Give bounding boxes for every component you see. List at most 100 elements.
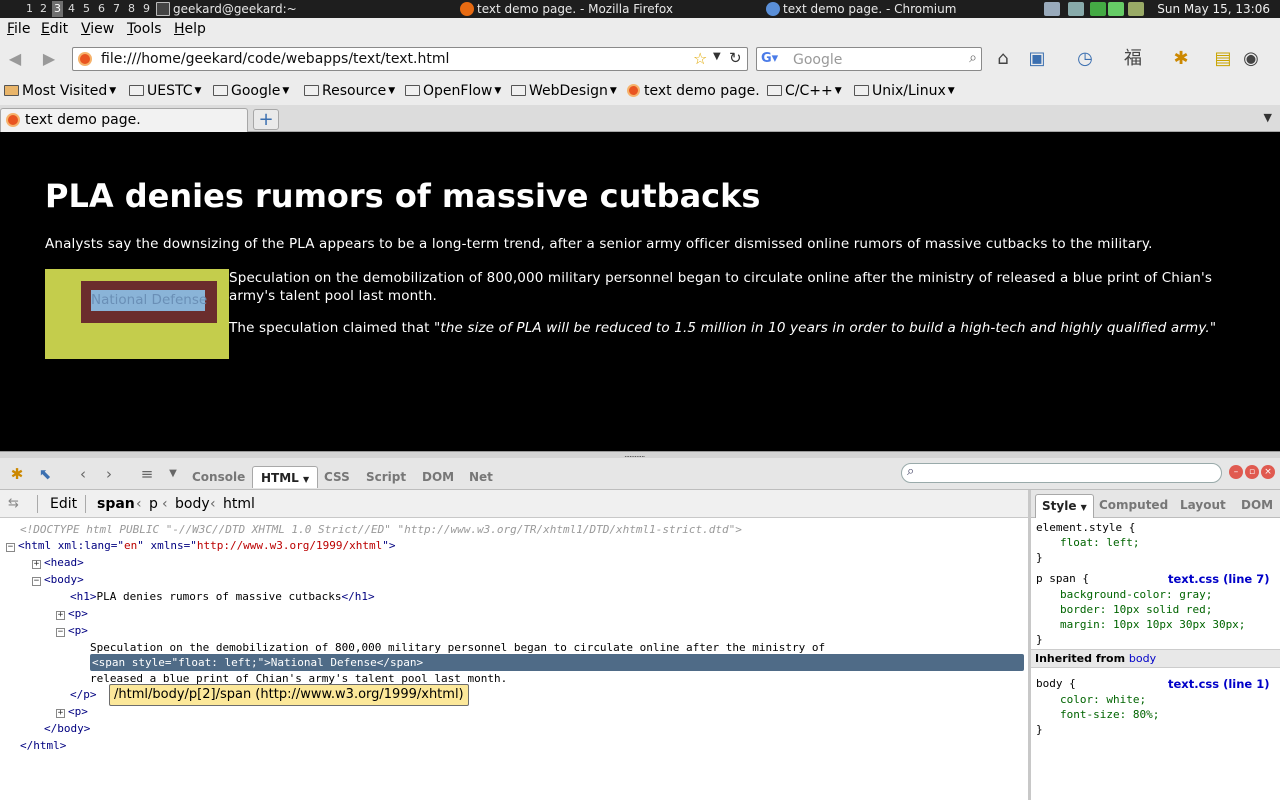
tab-text-demo[interactable]: text demo page.: [0, 108, 248, 132]
menu-tools[interactable]: Tools: [127, 21, 162, 37]
bookmark-text-demo[interactable]: text demo page.: [627, 83, 760, 99]
bookmark-uestc[interactable]: UESTC ▼: [129, 83, 201, 99]
tab-side-dom[interactable]: DOM: [1235, 494, 1279, 518]
menu-edit[interactable]: Edit: [41, 21, 68, 37]
back-icon[interactable]: ‹: [72, 464, 94, 484]
search-icon[interactable]: ⌕: [969, 50, 977, 66]
menu-file[interactable]: File: [7, 21, 30, 37]
p2-node[interactable]: − <p>: [56, 623, 88, 639]
bookmark-openflow[interactable]: OpenFlow ▼: [405, 83, 501, 99]
p1-node[interactable]: + <p>: [56, 606, 88, 622]
workspace-7[interactable]: 7: [111, 1, 122, 17]
workspace-8[interactable]: 8: [126, 1, 137, 17]
bookmark-most-visited[interactable]: Most Visited ▼: [4, 83, 116, 99]
body-property[interactable]: color: white;: [1060, 692, 1146, 708]
task-firefox[interactable]: text demo page. - Mozilla Firefox: [460, 0, 730, 18]
p-span-property[interactable]: border: 10px solid red;: [1060, 602, 1212, 618]
addon-fu-icon[interactable]: 福: [1122, 48, 1144, 70]
p-span-property[interactable]: margin: 10px 10px 30px 30px;: [1060, 617, 1245, 633]
edit-button[interactable]: Edit: [50, 496, 77, 512]
menu-help[interactable]: Help: [174, 21, 206, 37]
url-history-dropdown-icon[interactable]: ▼: [713, 51, 721, 62]
tab-net[interactable]: Net: [461, 466, 501, 488]
update-icon[interactable]: [1128, 2, 1144, 16]
bookmark-unix-linux[interactable]: Unix/Linux ▼: [854, 83, 955, 99]
url-text[interactable]: file:///home/geekard/code/webapps/text/t…: [101, 51, 449, 67]
selected-span-node[interactable]: <span style="float: left;">National Defe…: [90, 654, 1024, 671]
minimize-icon[interactable]: –: [1229, 465, 1243, 479]
new-tab-button[interactable]: +: [253, 109, 279, 130]
tree-toggle-icon[interactable]: ⇆: [8, 496, 19, 511]
firebug-menu-icon[interactable]: ✱: [6, 464, 28, 484]
clock[interactable]: Sun May 15, 13:06: [1157, 0, 1270, 18]
bookmark-google[interactable]: Google ▼: [213, 83, 289, 99]
collapse-toggle-icon[interactable]: −: [56, 628, 65, 637]
body-property[interactable]: font-size: 80%;: [1060, 707, 1159, 723]
url-bar[interactable]: file:///home/geekard/code/webapps/text/t…: [72, 47, 748, 71]
p3-node[interactable]: + <p>: [56, 704, 88, 720]
collapse-toggle-icon[interactable]: −: [32, 577, 41, 586]
workspace-1[interactable]: 1: [24, 1, 35, 17]
bookmark-cpp[interactable]: C/C++ ▼: [767, 83, 842, 99]
tab-script[interactable]: Script: [358, 466, 414, 488]
forward-icon[interactable]: ›: [98, 464, 120, 484]
breadcrumb-body[interactable]: body: [175, 496, 210, 512]
workspace-6[interactable]: 6: [96, 1, 107, 17]
chevron-down-icon[interactable]: ▼: [162, 464, 184, 484]
head-node[interactable]: + <head>: [32, 555, 84, 571]
bookmark-resource[interactable]: Resource ▼: [304, 83, 395, 99]
workspace-3[interactable]: 3: [52, 1, 63, 17]
inherited-from-link[interactable]: body: [1129, 652, 1156, 665]
detach-icon[interactable]: ▫: [1245, 465, 1259, 479]
body-source-link[interactable]: text.css (line 1): [1168, 676, 1269, 692]
devtools-splitter[interactable]: ::::::::::::: [0, 451, 1280, 462]
battery-icon[interactable]: [1090, 2, 1106, 16]
firebug-search-input[interactable]: ⌕: [901, 463, 1222, 483]
tab-layout[interactable]: Layout: [1174, 494, 1232, 518]
expand-toggle-icon[interactable]: +: [32, 560, 41, 569]
workspace-5[interactable]: 5: [81, 1, 92, 17]
html-node[interactable]: − <html xml:lang="en" xmlns="http://www.w…: [6, 538, 396, 554]
element-style-property[interactable]: float: left;: [1060, 535, 1139, 551]
menu-view[interactable]: View: [81, 21, 114, 37]
list-all-tabs-icon[interactable]: ▼: [1264, 111, 1272, 124]
expand-toggle-icon[interactable]: +: [56, 611, 65, 620]
tab-dom[interactable]: DOM: [414, 466, 462, 488]
list-icon[interactable]: ≡: [136, 464, 158, 484]
p-span-source-link[interactable]: text.css (line 7): [1168, 571, 1269, 587]
task-terminal[interactable]: geekard@geekard:~: [156, 0, 456, 18]
workspace-9[interactable]: 9: [141, 1, 152, 17]
task-chromium[interactable]: text demo page. - Chromium: [766, 0, 1036, 18]
bookmark-star-icon[interactable]: ☆: [693, 49, 707, 68]
expand-toggle-icon[interactable]: +: [56, 709, 65, 718]
workspace-4[interactable]: 4: [66, 1, 77, 17]
tab-css[interactable]: CSS: [316, 466, 358, 488]
inspect-icon[interactable]: ⬉: [34, 464, 56, 484]
network-icon[interactable]: [1068, 2, 1084, 16]
reload-icon[interactable]: ↻: [729, 49, 742, 67]
selected-span-text[interactable]: National Defense: [91, 290, 207, 311]
firebug-icon[interactable]: ✱: [1170, 48, 1192, 70]
search-bar[interactable]: G▾ Google ⌕: [756, 47, 982, 71]
back-button[interactable]: ◀: [4, 49, 26, 69]
tray-app-icon[interactable]: [1044, 2, 1060, 16]
bookmarks-sidebar-icon[interactable]: ▣: [1026, 48, 1048, 70]
home-icon[interactable]: ⌂: [992, 48, 1014, 70]
history-icon[interactable]: ◷: [1074, 48, 1096, 70]
breadcrumb-p[interactable]: p: [149, 496, 158, 512]
tab-style[interactable]: Style ▼: [1035, 494, 1094, 518]
close-icon[interactable]: ×: [1261, 465, 1275, 479]
volume-icon[interactable]: [1108, 2, 1124, 16]
tab-console[interactable]: Console: [184, 466, 253, 488]
colorpicker-icon[interactable]: ◉: [1240, 48, 1262, 70]
h1-node[interactable]: <h1>PLA denies rumors of massive cutback…: [70, 589, 375, 605]
tab-computed[interactable]: Computed: [1093, 494, 1174, 518]
tab-html[interactable]: HTML ▼: [252, 466, 319, 488]
collapse-toggle-icon[interactable]: −: [6, 543, 15, 552]
bookmark-webdesign[interactable]: WebDesign ▼: [511, 83, 617, 99]
workspace-2[interactable]: 2: [38, 1, 49, 17]
forward-button[interactable]: ▶: [38, 49, 60, 69]
body-node[interactable]: − <body>: [32, 572, 84, 588]
notes-icon[interactable]: ▤: [1212, 48, 1234, 70]
breadcrumb-span[interactable]: span: [97, 496, 135, 512]
